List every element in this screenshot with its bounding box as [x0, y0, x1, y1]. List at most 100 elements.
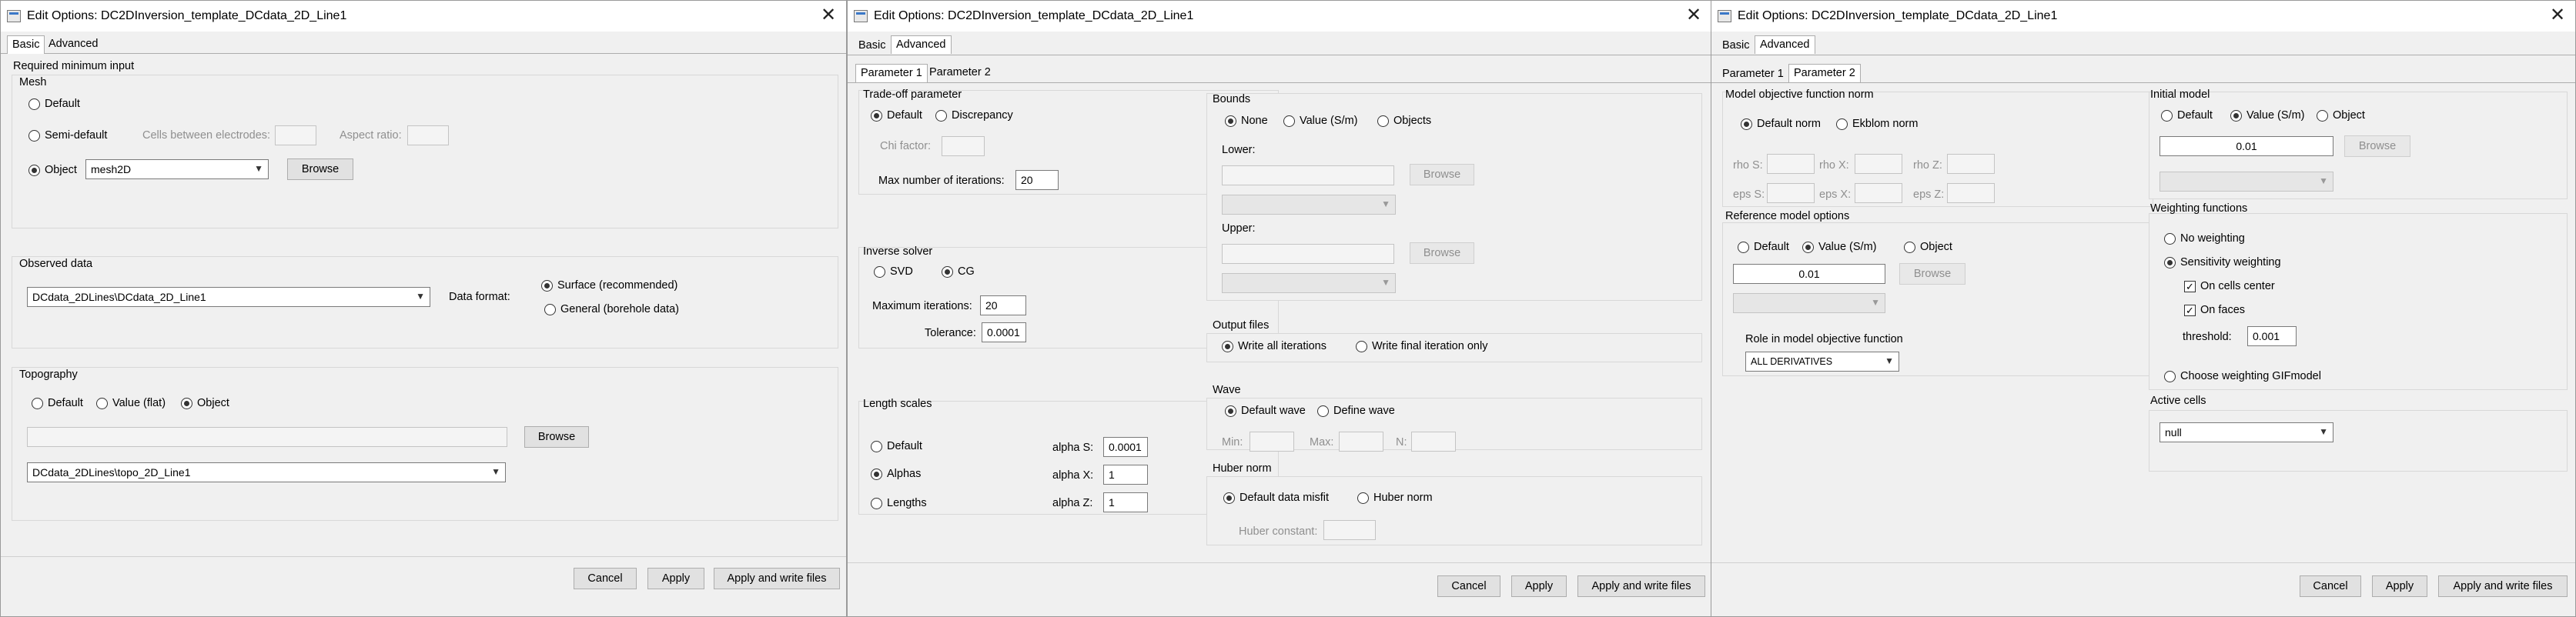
aspect-ratio-input[interactable] — [407, 125, 449, 145]
huber-norm-radio[interactable] — [1357, 492, 1369, 504]
apply-button[interactable]: Apply — [2372, 575, 2427, 597]
reference-value-input[interactable]: 0.01 — [1733, 264, 1885, 284]
initial-object-radio[interactable] — [2317, 110, 2328, 122]
topo-default-radio[interactable] — [32, 398, 43, 409]
tab-advanced[interactable]: Advanced — [44, 35, 103, 54]
alpha-z-input[interactable]: 1 — [1103, 492, 1148, 512]
topo-object-radio[interactable] — [181, 398, 192, 409]
lower-object-select[interactable]: ▼ — [1222, 195, 1396, 215]
initial-value-radio[interactable] — [2230, 110, 2242, 122]
gif-weighting-radio[interactable] — [2164, 371, 2176, 382]
cancel-button[interactable]: Cancel — [2300, 575, 2361, 597]
sensitivity-radio[interactable] — [2164, 257, 2176, 268]
alpha-s-input[interactable]: 0.0001 — [1103, 437, 1148, 457]
reference-object-select[interactable]: ▼ — [1733, 293, 1885, 313]
tab-basic[interactable]: Basic — [1718, 37, 1754, 55]
wave-n-input[interactable] — [1411, 432, 1456, 452]
faces-checkbox[interactable]: ✓ — [2184, 305, 2196, 316]
title-bar[interactable]: Edit Options: DC2DInversion_template_DCd… — [1, 1, 846, 32]
tab-parameter-2[interactable]: Parameter 2 — [925, 64, 995, 82]
topo-flat-radio[interactable] — [96, 398, 108, 409]
solver-max-iter-input[interactable]: 20 — [980, 295, 1026, 315]
reference-default-radio[interactable] — [1738, 242, 1749, 253]
lengths-radio[interactable] — [871, 498, 882, 509]
borehole-radio[interactable] — [544, 304, 556, 315]
cells-center-checkbox[interactable]: ✓ — [2184, 281, 2196, 292]
apply-button[interactable]: Apply — [647, 568, 704, 589]
upper-object-select[interactable]: ▼ — [1222, 273, 1396, 293]
ekblom-norm-radio[interactable] — [1836, 118, 1848, 130]
tab-parameter-2[interactable]: Parameter 2 — [1788, 64, 1861, 82]
initial-browse-button[interactable]: Browse — [2344, 135, 2410, 157]
alphas-radio[interactable] — [871, 469, 882, 480]
chi-factor-input[interactable] — [942, 136, 985, 156]
wave-max-input[interactable] — [1339, 432, 1383, 452]
title-bar[interactable]: Edit Options: DC2DInversion_template_DCd… — [1711, 1, 2575, 32]
svd-radio[interactable] — [874, 266, 885, 278]
tolerance-input[interactable]: 0.0001 — [982, 322, 1026, 342]
mesh-object-radio[interactable] — [28, 165, 40, 176]
rho-s-input[interactable] — [1767, 154, 1815, 174]
close-icon[interactable]: ✕ — [2546, 4, 2569, 27]
huber-constant-input[interactable] — [1323, 520, 1376, 540]
rho-z-input[interactable] — [1947, 154, 1995, 174]
tab-basic[interactable]: Basic — [854, 37, 890, 55]
initial-default-radio[interactable] — [2161, 110, 2173, 122]
mesh-browse-button[interactable]: Browse — [287, 158, 353, 180]
default-misfit-radio[interactable] — [1223, 492, 1235, 504]
mesh-object-select[interactable]: mesh2D ▼ — [85, 159, 269, 179]
wave-min-input[interactable] — [1250, 432, 1294, 452]
tab-advanced[interactable]: Advanced — [891, 35, 952, 54]
write-all-radio[interactable] — [1222, 341, 1233, 352]
cancel-button[interactable]: Cancel — [574, 568, 637, 589]
write-final-radio[interactable] — [1356, 341, 1367, 352]
eps-z-input[interactable] — [1947, 183, 1995, 203]
surface-radio[interactable] — [541, 280, 553, 292]
alpha-x-input[interactable]: 1 — [1103, 465, 1148, 485]
tab-parameter-1[interactable]: Parameter 1 — [855, 64, 928, 82]
cg-radio[interactable] — [942, 266, 953, 278]
topo-browse-button[interactable]: Browse — [524, 426, 589, 448]
tab-advanced[interactable]: Advanced — [1755, 35, 1815, 54]
apply-write-button[interactable]: Apply and write files — [2438, 575, 2568, 597]
rho-x-input[interactable] — [1855, 154, 1902, 174]
cancel-button[interactable]: Cancel — [1437, 575, 1500, 597]
tab-parameter-1[interactable]: Parameter 1 — [1718, 65, 1788, 84]
bounds-objects-radio[interactable] — [1377, 115, 1389, 127]
lower-browse-button[interactable]: Browse — [1410, 164, 1474, 185]
max-iter-input[interactable]: 20 — [1015, 170, 1059, 190]
threshold-input[interactable]: 0.001 — [2247, 326, 2297, 346]
define-wave-radio[interactable] — [1317, 405, 1329, 417]
upper-browse-button[interactable]: Browse — [1410, 242, 1474, 264]
topo-value-input[interactable] — [27, 427, 507, 447]
default-norm-radio[interactable] — [1741, 118, 1752, 130]
upper-input[interactable] — [1222, 244, 1394, 264]
apply-write-button[interactable]: Apply and write files — [714, 568, 840, 589]
apply-write-button[interactable]: Apply and write files — [1577, 575, 1705, 597]
eps-s-input[interactable] — [1767, 183, 1815, 203]
initial-value-input[interactable]: 0.01 — [2159, 136, 2333, 156]
cells-between-input[interactable] — [275, 125, 316, 145]
close-icon[interactable]: ✕ — [817, 4, 840, 27]
mesh-semi-default-radio[interactable] — [28, 130, 40, 142]
tradeoff-default-radio[interactable] — [871, 110, 882, 122]
bounds-value-radio[interactable] — [1283, 115, 1295, 127]
mesh-default-radio[interactable] — [28, 98, 40, 110]
role-select[interactable]: ALL DERIVATIVES ▼ — [1745, 352, 1899, 372]
title-bar[interactable]: Edit Options: DC2DInversion_template_DCd… — [848, 1, 1711, 32]
topo-object-select[interactable]: DCdata_2DLines\topo_2D_Line1 ▼ — [27, 462, 506, 482]
initial-object-select[interactable]: ▼ — [2159, 172, 2333, 192]
length-default-radio[interactable] — [871, 441, 882, 452]
default-wave-radio[interactable] — [1225, 405, 1236, 417]
eps-x-input[interactable] — [1855, 183, 1902, 203]
close-icon[interactable]: ✕ — [1682, 4, 1705, 27]
apply-button[interactable]: Apply — [1511, 575, 1567, 597]
discrepancy-radio[interactable] — [935, 110, 947, 122]
bounds-none-radio[interactable] — [1225, 115, 1236, 127]
observed-data-select[interactable]: DCdata_2DLines\DCdata_2D_Line1 ▼ — [27, 287, 430, 307]
no-weighting-radio[interactable] — [2164, 233, 2176, 245]
reference-browse-button[interactable]: Browse — [1899, 263, 1965, 285]
active-cells-select[interactable]: null ▼ — [2159, 422, 2333, 442]
reference-value-radio[interactable] — [1802, 242, 1814, 253]
tab-basic[interactable]: Basic — [7, 35, 45, 54]
